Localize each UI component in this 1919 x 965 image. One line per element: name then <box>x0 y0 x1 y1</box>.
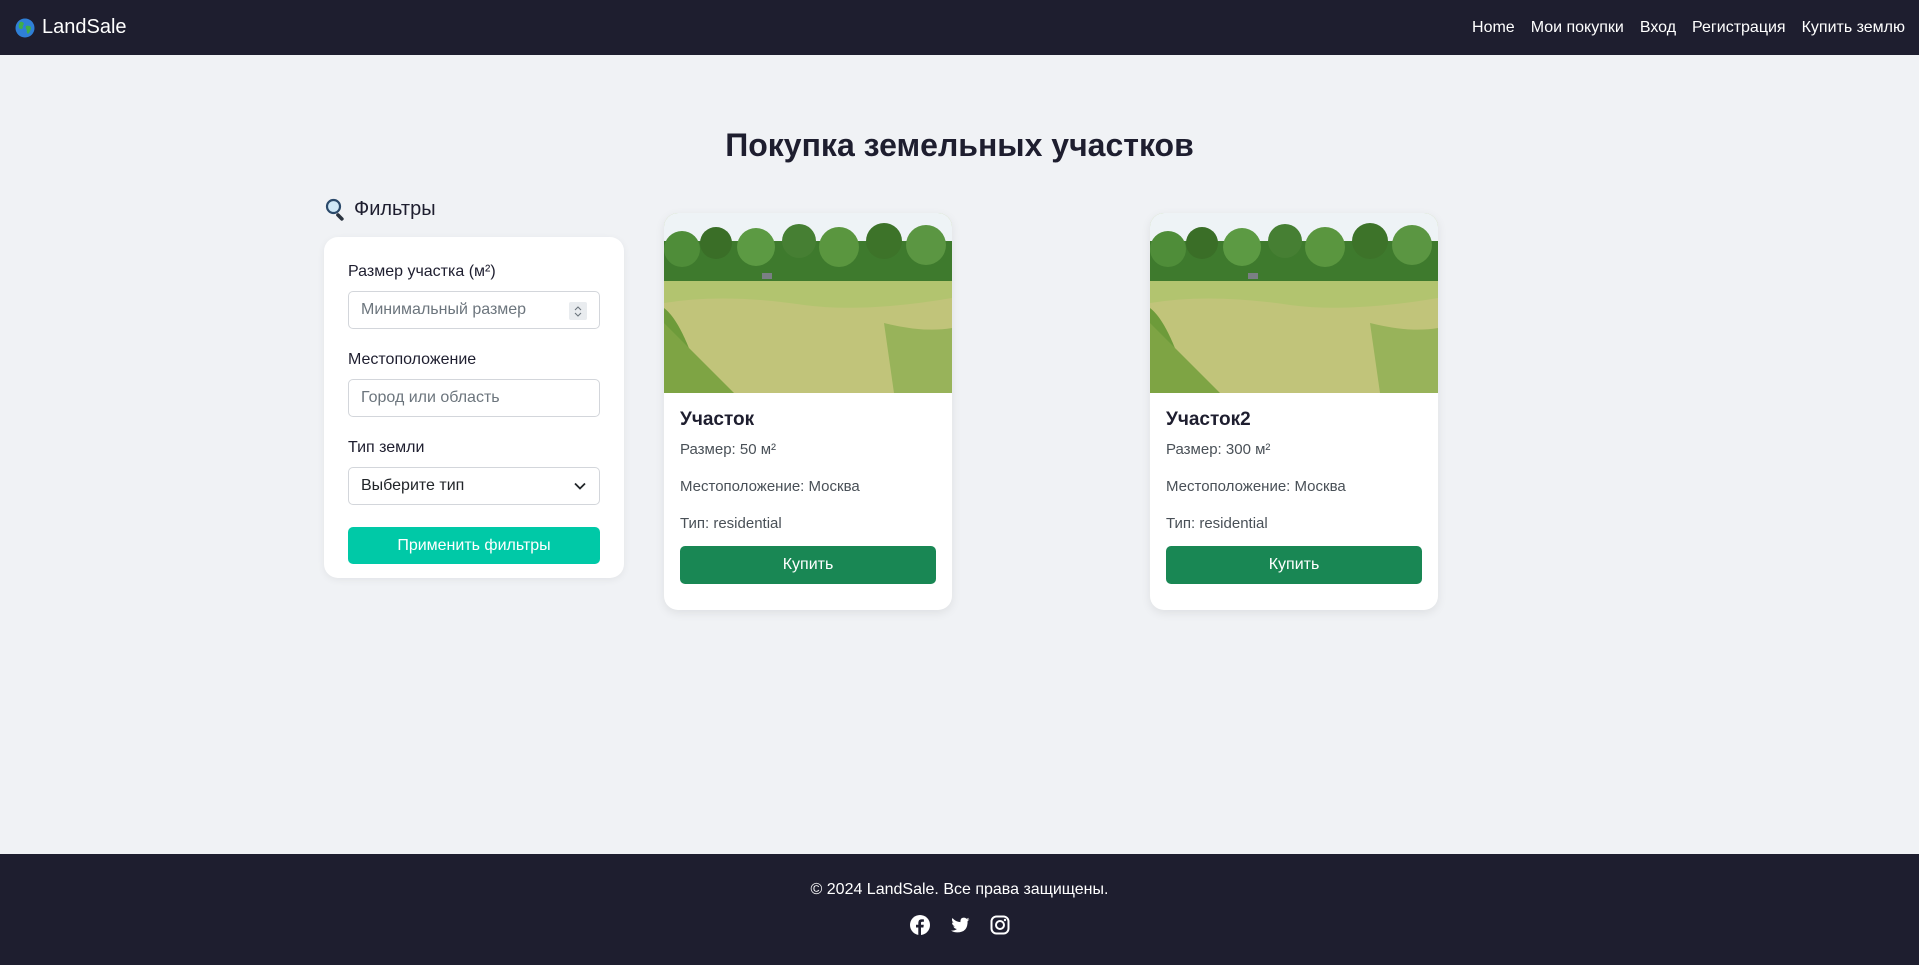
chevron-down-icon <box>574 312 582 317</box>
navbar: LandSale Home Мои покупки Вход Регистрац… <box>0 0 1919 55</box>
nav-link-my-purchases[interactable]: Мои покупки <box>1531 19 1624 37</box>
footer: © 2024 LandSale. Все права защищены. <box>0 854 1919 965</box>
nav-link-buy-land[interactable]: Купить землю <box>1802 19 1905 37</box>
buy-button[interactable]: Купить <box>1166 546 1422 584</box>
land-type-selected: Выберите тип <box>361 477 465 494</box>
land-type-label: Тип земли <box>348 439 425 456</box>
min-size-input[interactable] <box>361 301 587 319</box>
card-type: Тип: residential <box>1166 515 1268 532</box>
card-location: Местоположение: Москва <box>1166 478 1346 495</box>
min-size-field <box>348 291 600 329</box>
land-photo <box>1150 213 1438 393</box>
copyright-text: © 2024 LandSale. Все права защищены. <box>810 881 1109 898</box>
land-photo <box>664 213 952 393</box>
location-field <box>348 379 600 417</box>
card-type: Тип: residential <box>680 515 782 532</box>
globe-icon <box>15 18 35 37</box>
chevron-up-icon <box>574 305 582 310</box>
filters-panel: Размер участка (м²) Местоположение Тип з… <box>324 237 624 578</box>
magnifier-icon <box>325 198 344 221</box>
filters-heading: Фильтры <box>324 197 436 221</box>
land-card: Участок Размер: 50 м² Местоположение: Мо… <box>664 213 952 610</box>
social-links <box>0 915 1919 935</box>
location-label: Местоположение <box>348 351 477 368</box>
nav-link-home[interactable]: Home <box>1472 19 1515 37</box>
brand-link[interactable]: LandSale <box>15 16 127 39</box>
page-title: Покупка земельных участков <box>725 127 1194 163</box>
nav-links: Home Мои покупки Вход Регистрация Купить… <box>1472 19 1905 37</box>
land-type-select[interactable]: Выберите тип <box>348 467 600 505</box>
card-size: Размер: 50 м² <box>680 441 777 458</box>
brand-name: LandSale <box>42 16 127 38</box>
land-card: Участок2 Размер: 300 м² Местоположение: … <box>1150 213 1438 610</box>
buy-button[interactable]: Купить <box>680 546 936 584</box>
nav-link-login[interactable]: Вход <box>1640 19 1676 37</box>
facebook-icon[interactable] <box>909 915 930 935</box>
size-label: Размер участка (м²) <box>348 263 496 280</box>
nav-link-register[interactable]: Регистрация <box>1692 19 1786 37</box>
location-input[interactable] <box>361 389 587 407</box>
card-title: Участок <box>680 409 755 430</box>
apply-filters-button[interactable]: Применить фильтры <box>348 527 600 564</box>
twitter-icon[interactable] <box>950 915 970 935</box>
chevron-down-icon <box>574 482 586 490</box>
card-size: Размер: 300 м² <box>1166 441 1271 458</box>
instagram-icon[interactable] <box>990 915 1010 935</box>
card-title: Участок2 <box>1166 409 1251 430</box>
filters-heading-label: Фильтры <box>354 197 436 220</box>
card-location: Местоположение: Москва <box>680 478 860 495</box>
number-spinner[interactable] <box>569 302 587 320</box>
